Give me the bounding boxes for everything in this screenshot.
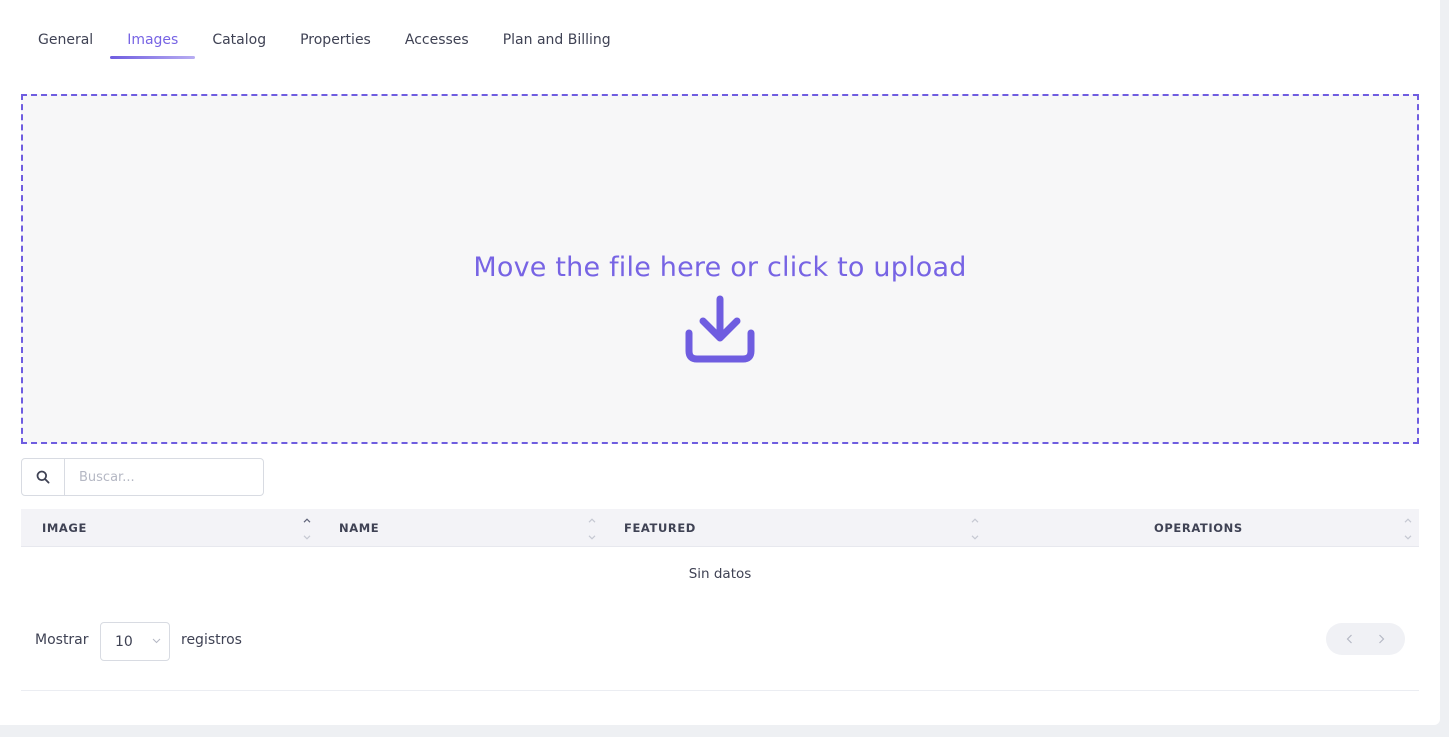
next-page-button[interactable] <box>1371 629 1391 649</box>
column-featured[interactable]: FEATURED <box>624 509 696 547</box>
sort-featured[interactable] <box>970 518 980 540</box>
tab-catalog[interactable]: Catalog <box>195 22 283 60</box>
upload-dropzone[interactable]: Move the file here or click to upload <box>21 94 1419 444</box>
tab-accesses[interactable]: Accesses <box>388 22 486 60</box>
search-button[interactable] <box>22 459 65 495</box>
tab-bar: General Images Catalog Properties Access… <box>21 22 628 60</box>
tab-plan-and-billing[interactable]: Plan and Billing <box>486 22 628 60</box>
records-label: registros <box>181 632 242 648</box>
tab-images[interactable]: Images <box>110 22 196 60</box>
search-box <box>21 458 264 496</box>
page-size-select[interactable]: 10 <box>100 622 170 661</box>
page-size-label: Mostrar <box>35 632 89 648</box>
tab-general[interactable]: General <box>21 22 110 60</box>
sort-up-icon <box>1404 518 1412 523</box>
sort-up-icon <box>971 518 979 523</box>
column-image[interactable]: IMAGE <box>42 509 87 547</box>
sort-image[interactable] <box>302 518 312 540</box>
search-icon <box>36 470 50 484</box>
chevron-left-icon <box>1346 634 1353 644</box>
upload-instructions: Move the file here or click to upload <box>473 252 967 283</box>
sort-up-icon <box>588 518 596 523</box>
empty-table-message: Sin datos <box>688 566 752 582</box>
chevron-down-icon <box>152 638 161 644</box>
column-operations[interactable]: OPERATIONS <box>1154 509 1243 547</box>
settings-card: General Images Catalog Properties Access… <box>0 0 1440 725</box>
sort-down-icon <box>971 535 979 540</box>
tab-properties[interactable]: Properties <box>283 22 388 60</box>
column-name[interactable]: NAME <box>339 509 379 547</box>
sort-down-icon <box>1404 535 1412 540</box>
sort-operations[interactable] <box>1403 518 1413 540</box>
table-header: IMAGE NAME FEATURED OPERATIONS <box>21 509 1419 547</box>
page-size-value: 10 <box>115 633 133 650</box>
search-input[interactable] <box>65 460 263 494</box>
sort-name[interactable] <box>587 518 597 540</box>
sort-down-icon <box>303 535 311 540</box>
download-icon <box>685 295 755 363</box>
pagination <box>1326 623 1405 655</box>
previous-page-button[interactable] <box>1340 629 1360 649</box>
sort-up-icon <box>303 518 311 523</box>
footer-divider <box>21 690 1419 691</box>
chevron-right-icon <box>1378 634 1385 644</box>
sort-down-icon <box>588 535 596 540</box>
